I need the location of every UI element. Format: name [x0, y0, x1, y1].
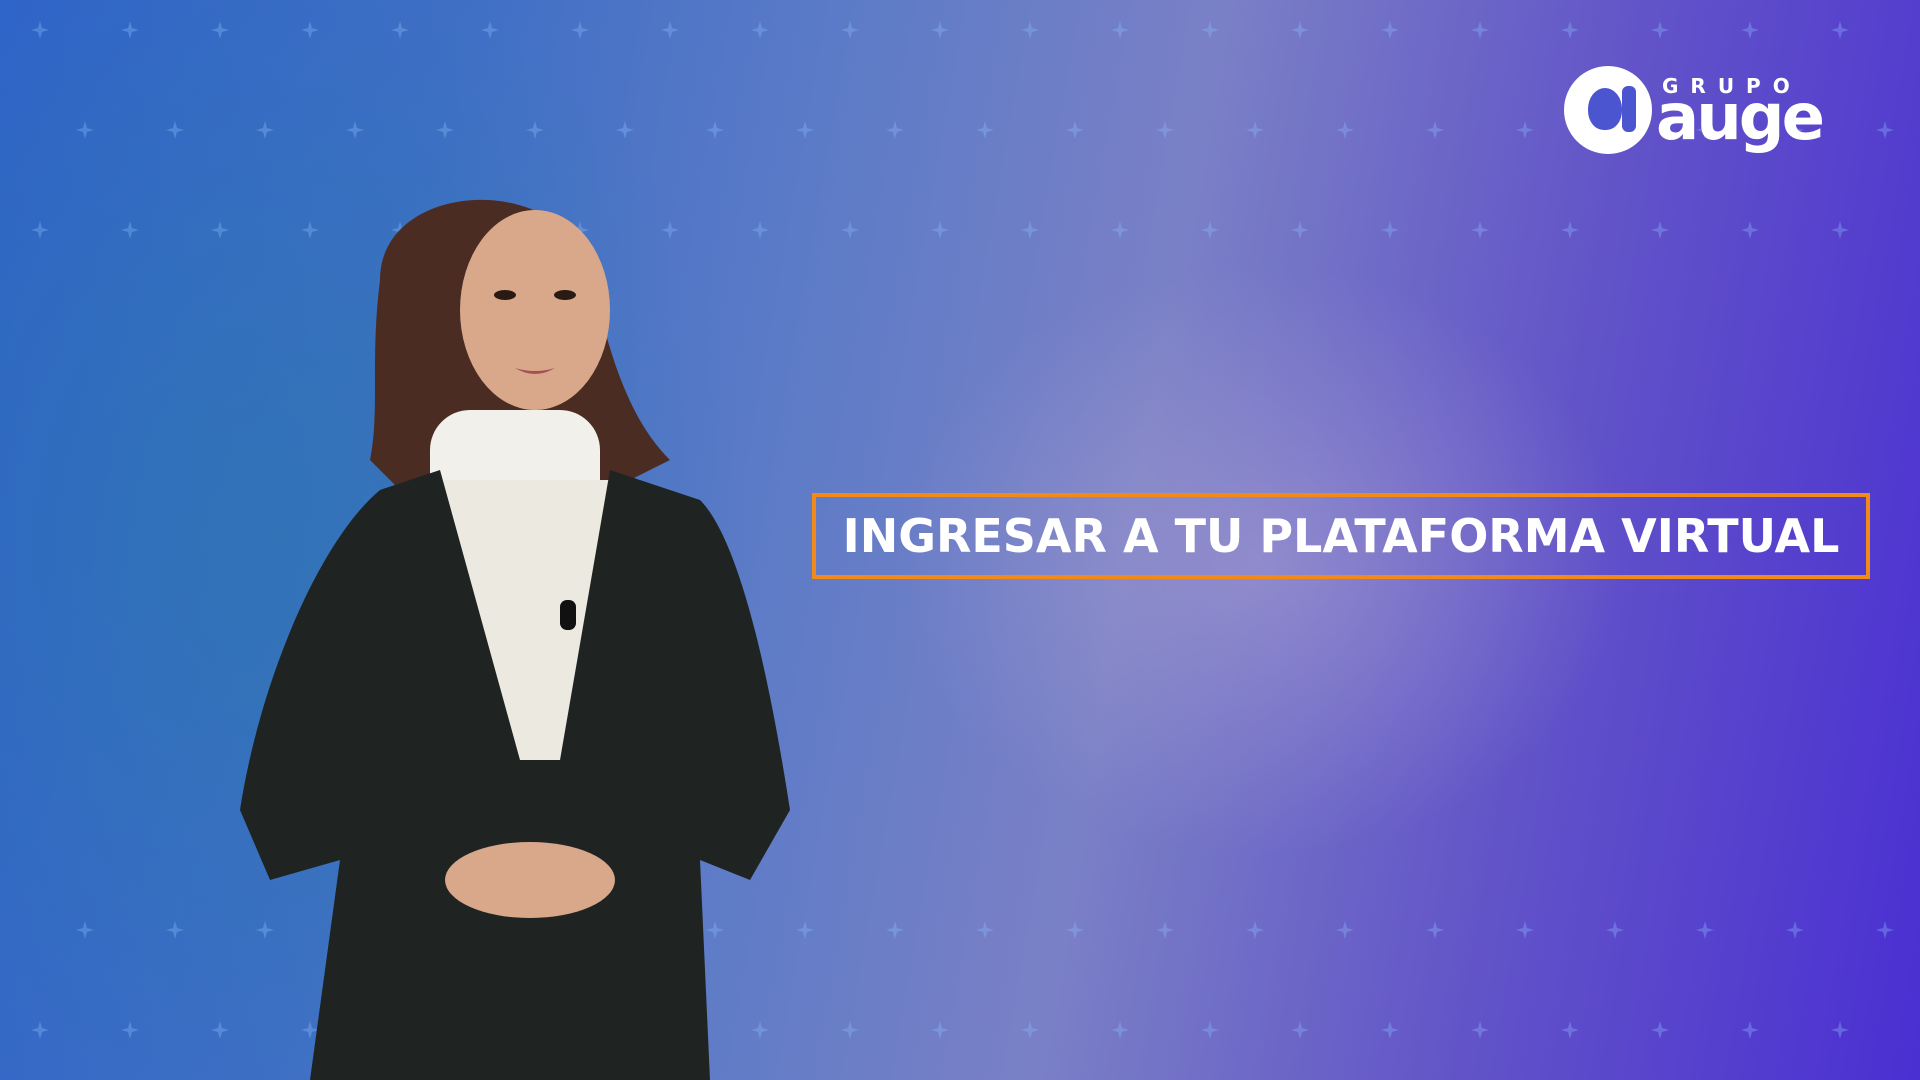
- auge-logo-icon: [1564, 66, 1652, 154]
- sparkle-mark: [1291, 21, 1309, 39]
- sparkle-mark: [931, 221, 949, 239]
- sparkle-mark: [1741, 221, 1759, 239]
- sparkle-mark: [1471, 1021, 1489, 1039]
- sparkle-mark: [31, 221, 49, 239]
- sparkle-mark: [1156, 921, 1174, 939]
- sparkle-mark: [301, 21, 319, 39]
- sparkle-mark: [1021, 21, 1039, 39]
- sparkle-mark: [211, 21, 229, 39]
- sparkle-mark: [1516, 121, 1534, 139]
- sparkle-mark: [1201, 221, 1219, 239]
- sparkle-mark: [1381, 1021, 1399, 1039]
- sparkle-mark: [481, 21, 499, 39]
- sparkle-mark: [1021, 221, 1039, 239]
- sparkle-mark: [1651, 1021, 1669, 1039]
- sparkle-mark: [1111, 221, 1129, 239]
- sparkle-mark: [1201, 1021, 1219, 1039]
- sparkle-mark: [76, 121, 94, 139]
- sparkle-mark: [166, 921, 184, 939]
- sparkle-mark: [751, 21, 769, 39]
- sparkle-mark: [1291, 221, 1309, 239]
- sparkle-mark: [706, 121, 724, 139]
- presenter-figure: [240, 199, 790, 1080]
- sparkle-mark: [976, 121, 994, 139]
- sparkle-mark: [796, 121, 814, 139]
- sparkle-mark: [976, 921, 994, 939]
- sparkle-mark: [1246, 121, 1264, 139]
- sparkle-mark: [1651, 21, 1669, 39]
- sparkle-mark: [1471, 221, 1489, 239]
- logo-auge-text: auge: [1656, 81, 1825, 155]
- sparkle-mark: [1381, 221, 1399, 239]
- sparkle-mark: [1696, 921, 1714, 939]
- sparkle-mark: [841, 21, 859, 39]
- sparkle-mark: [1561, 221, 1579, 239]
- sparkle-mark: [211, 1021, 229, 1039]
- sparkle-mark: [436, 121, 454, 139]
- sparkle-mark: [1786, 921, 1804, 939]
- sparkle-mark: [1246, 921, 1264, 939]
- sparkle-mark: [1831, 221, 1849, 239]
- video-frame: GRUPO auge INGRESAR A TU PLATAFORMA VIRT…: [0, 0, 1920, 1080]
- sparkle-mark: [1336, 121, 1354, 139]
- sparkle-mark: [1336, 921, 1354, 939]
- sparkle-mark: [1111, 1021, 1129, 1039]
- lapel-microphone-icon: [560, 600, 576, 630]
- sparkle-mark: [1291, 1021, 1309, 1039]
- sparkle-mark: [1021, 1021, 1039, 1039]
- sparkle-mark: [1831, 21, 1849, 39]
- presenter-eye-right: [554, 290, 576, 300]
- sparkle-mark: [211, 221, 229, 239]
- title-text: INGRESAR A TU PLATAFORMA VIRTUAL: [842, 509, 1840, 563]
- sparkle-mark: [1111, 21, 1129, 39]
- sparkle-mark: [121, 221, 139, 239]
- presenter-eye-left: [494, 290, 516, 300]
- sparkle-mark: [1426, 121, 1444, 139]
- presenter-hands: [445, 842, 615, 918]
- sparkle-mark: [121, 21, 139, 39]
- sparkle-mark: [661, 21, 679, 39]
- sparkle-mark: [166, 121, 184, 139]
- sparkle-mark: [31, 21, 49, 39]
- sparkle-mark: [1471, 21, 1489, 39]
- sparkle-mark: [1876, 921, 1894, 939]
- sparkle-mark: [121, 1021, 139, 1039]
- title-banner: INGRESAR A TU PLATAFORMA VIRTUAL: [812, 493, 1870, 579]
- sparkle-mark: [526, 121, 544, 139]
- sparkle-mark: [1876, 121, 1894, 139]
- sparkle-mark: [1516, 921, 1534, 939]
- sparkle-mark: [1831, 1021, 1849, 1039]
- sparkle-mark: [1741, 1021, 1759, 1039]
- sparkle-mark: [1381, 21, 1399, 39]
- sparkle-mark: [886, 121, 904, 139]
- sparkle-mark: [31, 1021, 49, 1039]
- sparkle-mark: [256, 121, 274, 139]
- brand-logo: GRUPO auge: [1560, 62, 1840, 162]
- sparkle-mark: [1066, 121, 1084, 139]
- sparkle-mark: [391, 21, 409, 39]
- sparkle-mark: [616, 121, 634, 139]
- sparkle-mark: [571, 21, 589, 39]
- sparkle-mark: [1561, 1021, 1579, 1039]
- sparkle-mark: [1606, 921, 1624, 939]
- presenter-face: [460, 210, 610, 410]
- sparkle-mark: [886, 921, 904, 939]
- sparkle-mark: [346, 121, 364, 139]
- sparkle-mark: [1066, 921, 1084, 939]
- sparkle-mark: [1426, 921, 1444, 939]
- sparkle-mark: [931, 1021, 949, 1039]
- sparkle-mark: [1201, 21, 1219, 39]
- sparkle-mark: [76, 921, 94, 939]
- sparkle-mark: [1561, 21, 1579, 39]
- sparkle-mark: [931, 21, 949, 39]
- sparkle-mark: [1156, 121, 1174, 139]
- sparkle-mark: [1741, 21, 1759, 39]
- sparkle-mark: [1651, 221, 1669, 239]
